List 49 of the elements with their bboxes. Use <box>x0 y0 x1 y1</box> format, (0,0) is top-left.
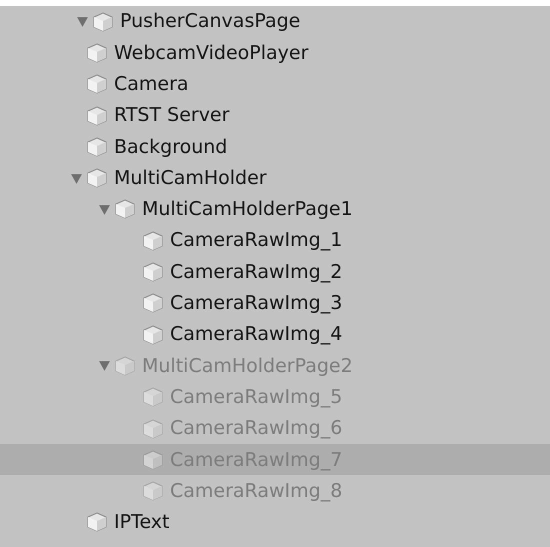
cube-icon <box>142 386 164 408</box>
object-name: MultiCamHolder <box>114 166 267 191</box>
object-name: CameraRawImg_1 <box>170 228 342 254</box>
cube-icon <box>92 10 114 33</box>
hierarchy-row[interactable]: MultiCamHolderPage1 <box>0 194 550 226</box>
cube-icon <box>114 354 136 377</box>
object-name: CameraRawImg_4 <box>170 322 342 348</box>
hierarchy-row[interactable]: CameraRawImg_4 <box>0 318 550 350</box>
cube-icon <box>142 480 164 502</box>
object-name: Camera <box>114 72 189 97</box>
cube-icon <box>142 324 164 346</box>
cube-icon <box>142 448 164 471</box>
cube-icon <box>142 292 164 314</box>
expand-arrow-icon[interactable] <box>98 202 110 216</box>
expand-arrow-icon[interactable] <box>76 15 88 28</box>
object-name: IPText <box>114 510 170 536</box>
cube-icon <box>142 230 164 252</box>
expand-arrow-icon[interactable] <box>98 359 110 372</box>
cube-icon <box>114 198 136 220</box>
cube-icon <box>86 104 108 127</box>
cube-icon <box>86 167 108 190</box>
hierarchy-row[interactable]: WebcamVideoPlayer <box>0 37 550 69</box>
hierarchy-row[interactable]: RTST Server <box>0 100 550 132</box>
cube-icon <box>142 418 164 440</box>
hierarchy-row[interactable]: MultiCamHolder <box>0 162 550 194</box>
object-name: CameraRawImg_3 <box>170 291 342 316</box>
object-name: PusherCanvasPage <box>120 9 300 34</box>
object-name: MultiCamHolderPage1 <box>142 197 353 222</box>
object-name: RTST Server <box>114 103 230 128</box>
hierarchy-row[interactable]: PusherCanvasPage <box>0 6 550 38</box>
object-name: MultiCamHolderPage2 <box>142 354 353 379</box>
cube-icon <box>86 136 108 158</box>
cube-icon <box>86 42 108 64</box>
object-name: Background <box>114 134 228 160</box>
object-name: CameraRawImg_2 <box>170 260 342 285</box>
cube-icon <box>142 261 164 284</box>
hierarchy-row[interactable]: CameraRawImg_1 <box>0 225 550 256</box>
hierarchy-row[interactable]: CameraRawImg_3 <box>0 288 550 319</box>
hierarchy-row[interactable]: CameraRawImg_2 <box>0 256 550 288</box>
hierarchy-row[interactable]: IPText <box>0 506 550 538</box>
object-name: CameraRawImg_5 <box>170 384 342 410</box>
object-name: WebcamVideoPlayer <box>114 40 308 66</box>
expand-arrow-icon[interactable] <box>70 172 82 185</box>
cube-icon <box>86 511 108 534</box>
cube-icon <box>86 73 108 96</box>
hierarchy-row[interactable]: Camera <box>0 68 550 100</box>
hierarchy-row[interactable]: Background <box>0 131 550 162</box>
object-name: CameraRawImg_6 <box>170 416 342 442</box>
object-name: CameraRawImg_8 <box>170 478 342 504</box>
